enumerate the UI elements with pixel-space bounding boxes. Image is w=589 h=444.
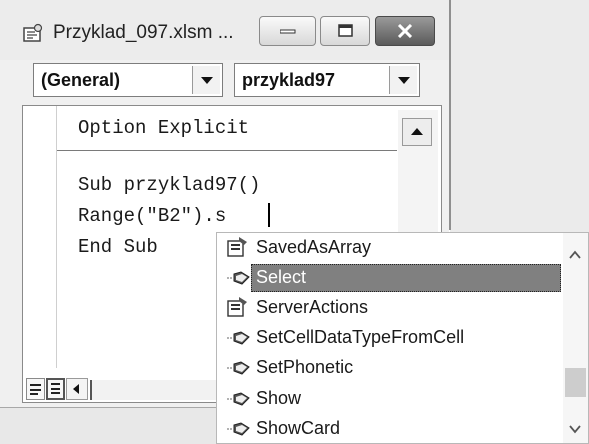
window-title: Przyklad_097.xlsm ... <box>53 22 234 43</box>
procedure-separator <box>57 150 397 151</box>
chevron-up-icon[interactable] <box>568 248 582 262</box>
list-scrollbar[interactable] <box>563 233 588 443</box>
list-item[interactable]: ShowCard <box>216 414 564 444</box>
maximize-button[interactable] <box>320 16 370 46</box>
list-item-label: ServerActions <box>256 297 369 317</box>
horizontal-scrollbar[interactable] <box>90 380 222 400</box>
chevron-down-icon[interactable] <box>389 66 417 94</box>
minimize-icon <box>280 29 296 34</box>
minimize-button[interactable] <box>259 16 316 46</box>
maximize-icon <box>338 24 353 37</box>
full-module-view-button[interactable] <box>46 378 65 400</box>
panel-divider <box>449 0 451 230</box>
chevron-down-icon[interactable] <box>192 66 220 94</box>
method-icon <box>227 271 250 285</box>
list-item-label: SetPhonetic <box>256 357 354 377</box>
module-icon <box>23 23 43 42</box>
list-item-label: SavedAsArray <box>256 237 372 257</box>
close-icon <box>397 24 413 38</box>
method-icon <box>227 422 250 436</box>
scroll-up-icon[interactable] <box>402 118 432 146</box>
procedure-dropdown[interactable]: przyklad97 <box>234 63 420 97</box>
list-item[interactable]: SetCellDataTypeFromCell <box>216 323 564 353</box>
list-item[interactable]: SavedAsArray <box>216 233 564 263</box>
property-icon <box>227 237 247 257</box>
code-line[interactable]: End Sub <box>78 236 158 258</box>
property-icon <box>227 297 247 317</box>
list-item-label: SetCellDataTypeFromCell <box>256 327 465 347</box>
code-line[interactable]: Sub przyklad97() <box>78 174 260 196</box>
background-panel <box>0 408 225 444</box>
chevron-down-icon[interactable] <box>568 422 582 436</box>
list-item-selected[interactable]: Select <box>216 263 564 293</box>
scroll-left-icon[interactable] <box>66 378 88 400</box>
list-item[interactable]: Show <box>216 384 564 414</box>
method-icon <box>227 331 250 345</box>
list-item-label: Select <box>256 267 307 287</box>
procedure-dropdown-value: przyklad97 <box>242 70 336 90</box>
list-item-label: ShowCard <box>256 418 341 438</box>
code-line[interactable]: Option Explicit <box>78 117 249 139</box>
list-item[interactable]: SetPhonetic <box>216 353 564 383</box>
method-icon <box>227 392 250 406</box>
text-caret <box>268 203 270 227</box>
object-dropdown[interactable]: (General) <box>33 63 223 97</box>
close-button[interactable] <box>375 16 435 46</box>
object-dropdown-value: (General) <box>41 70 121 90</box>
procedure-view-button[interactable] <box>26 378 45 400</box>
method-icon <box>227 361 250 375</box>
margin-indicator-bar <box>56 106 57 368</box>
code-line[interactable]: Range("B2").s <box>78 205 226 227</box>
list-item-label: Show <box>256 388 302 408</box>
list-item[interactable]: ServerActions <box>216 293 564 323</box>
list-scrollbar-thumb[interactable] <box>565 368 586 397</box>
